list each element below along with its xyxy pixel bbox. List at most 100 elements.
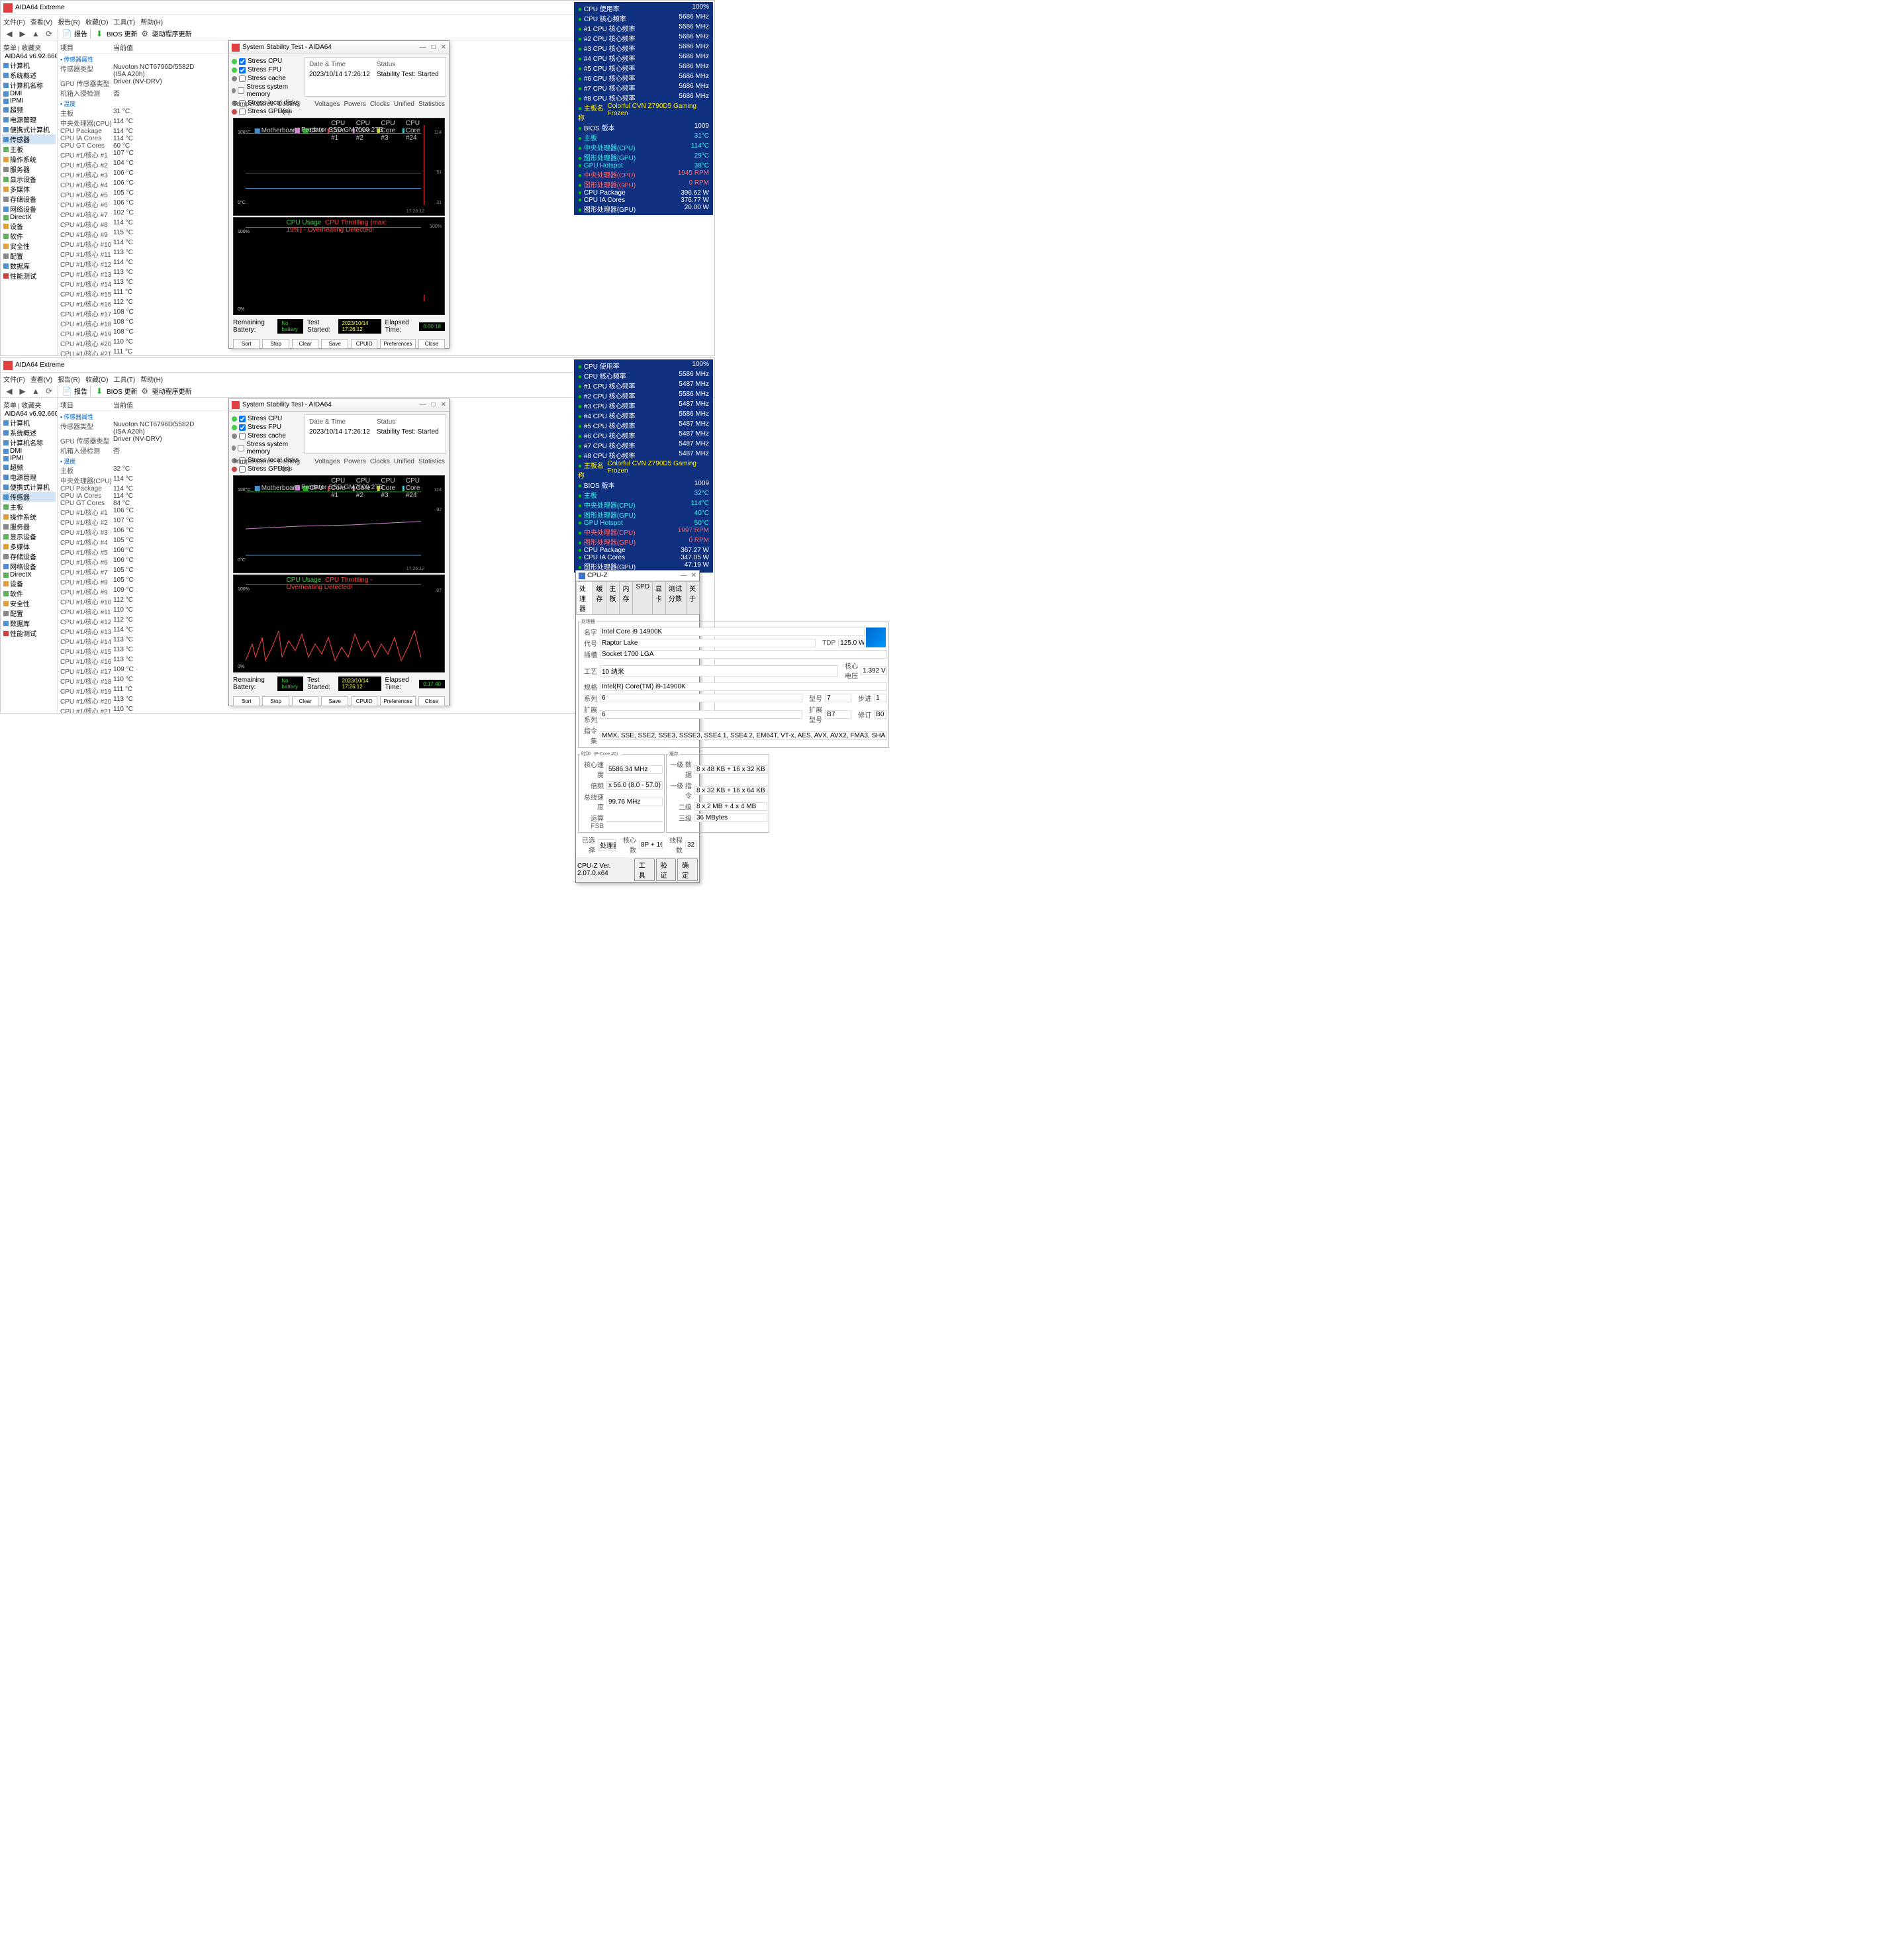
sensor-panel[interactable]: 项目当前值 传感器属性 传感器类型Nuvoton NCT6796D/5582D … xyxy=(58,40,228,355)
bios-update-button[interactable]: ⬇ xyxy=(93,385,105,397)
tree-item[interactable]: 便携式计算机 xyxy=(2,482,56,492)
tree-item[interactable]: 网络设备 xyxy=(2,561,56,571)
tab[interactable]: Statistics xyxy=(418,101,445,115)
cpuz-validate-button[interactable]: 验证 xyxy=(656,859,677,881)
cpuz-tabs[interactable]: 处理器缓存主板内存SPD显卡测试分数关于 xyxy=(576,581,699,615)
tree-item[interactable]: 配置 xyxy=(2,608,56,618)
tree-item[interactable]: IPMI xyxy=(2,455,56,462)
tab[interactable]: Unified xyxy=(394,101,414,115)
tree-item[interactable]: 主板 xyxy=(2,144,56,154)
stress-check[interactable]: Stress FPU xyxy=(232,423,299,432)
cpuz-selection[interactable]: 已选择处理器 #1 核心数8P + 16E 线程数32 xyxy=(578,834,697,855)
tree-item[interactable]: IPMI xyxy=(2,97,56,105)
tree-item[interactable]: 性能测试 xyxy=(2,271,56,281)
stress-check[interactable]: Stress cache xyxy=(232,432,299,440)
stress-check[interactable]: Stress cache xyxy=(232,74,299,83)
tree-item[interactable]: 软件 xyxy=(2,231,56,241)
menu-item[interactable]: 文件(F) xyxy=(3,374,25,384)
tree-item[interactable]: 系统概述 xyxy=(2,70,56,80)
sensor-panel[interactable]: 项目当前值 传感器属性 传感器类型Nuvoton NCT6796D/5582D … xyxy=(58,398,228,713)
stability-buttons[interactable]: SortStopClearSaveCPUIDPreferencesClose xyxy=(229,694,449,709)
tree-item[interactable]: 计算机名称 xyxy=(2,438,56,447)
menu-item[interactable]: 工具(T) xyxy=(113,374,135,384)
tree-item[interactable]: 主板 xyxy=(2,502,56,512)
tree-item[interactable]: DirectX xyxy=(2,214,56,221)
tab[interactable]: Voltages xyxy=(314,101,340,115)
tree-item[interactable]: 配置 xyxy=(2,251,56,261)
tree-item[interactable]: DirectX xyxy=(2,571,56,579)
cpuz-tools-button[interactable]: 工具 xyxy=(634,859,655,881)
tree-item[interactable]: 计算机 xyxy=(2,60,56,70)
menu-item[interactable]: 工具(T) xyxy=(113,17,135,26)
tab[interactable]: Temperatures xyxy=(233,458,273,473)
navigation-tree[interactable]: 菜单 | 收藏夹 AIDA64 v6.92.6600 计算机系统概述计算机名称D… xyxy=(1,40,58,355)
driver-update-button[interactable]: ⚙ xyxy=(139,385,151,397)
stability-button-stop[interactable]: Stop xyxy=(262,696,289,706)
stability-test-window[interactable]: System Stability Test - AIDA64 —□✕ Stres… xyxy=(228,40,450,349)
cpuz-tab[interactable]: 处理器 xyxy=(576,581,593,614)
stability-button-clear[interactable]: Clear xyxy=(292,339,318,349)
tree-item[interactable]: 软件 xyxy=(2,588,56,598)
menu-item[interactable]: 报告(R) xyxy=(58,17,80,26)
tree-item[interactable]: 安全性 xyxy=(2,241,56,251)
stability-titlebar[interactable]: System Stability Test - AIDA64 —□✕ xyxy=(229,41,449,54)
tab[interactable]: Temperatures xyxy=(233,101,273,115)
stability-button-cpuid[interactable]: CPUID xyxy=(351,339,377,349)
back-button[interactable]: ◀ xyxy=(3,385,15,397)
forward-button[interactable]: ▶ xyxy=(17,28,28,40)
stress-check[interactable]: Stress CPU xyxy=(232,414,299,423)
report-button[interactable]: 📄 xyxy=(61,28,73,40)
back-button[interactable]: ◀ xyxy=(3,28,15,40)
cpuz-tab[interactable]: 内存 xyxy=(619,581,633,614)
tree-item[interactable]: 操作系统 xyxy=(2,154,56,164)
tree-item[interactable]: 显示设备 xyxy=(2,532,56,541)
cpuz-titlebar[interactable]: CPU-Z —✕ xyxy=(576,571,699,581)
stress-check[interactable]: Stress CPU xyxy=(232,57,299,66)
tab[interactable]: Powers xyxy=(344,101,365,115)
minimize-icon[interactable]: — xyxy=(420,44,426,51)
tree-item[interactable]: 操作系统 xyxy=(2,512,56,522)
stability-button-save[interactable]: Save xyxy=(321,696,348,706)
stability-button-close[interactable]: Close xyxy=(418,696,445,706)
tree-item[interactable]: 传感器 xyxy=(2,492,56,502)
cpuz-tab[interactable]: 缓存 xyxy=(593,581,606,614)
tree-item[interactable]: 计算机 xyxy=(2,418,56,428)
stability-tabs[interactable]: TemperaturesCooling FansVoltagesPowersCl… xyxy=(229,99,449,116)
stability-button-sort[interactable]: Sort xyxy=(233,696,260,706)
tree-item[interactable]: DMI xyxy=(2,90,56,97)
tree-item[interactable]: 数据库 xyxy=(2,618,56,628)
report-button[interactable]: 📄 xyxy=(61,385,73,397)
stability-button-preferences[interactable]: Preferences xyxy=(380,696,415,706)
refresh-button[interactable]: ⟳ xyxy=(43,385,55,397)
tree-item[interactable]: 显示设备 xyxy=(2,174,56,184)
stability-buttons[interactable]: SortStopClearSaveCPUIDPreferencesClose xyxy=(229,336,449,351)
bios-update-button[interactable]: ⬇ xyxy=(93,28,105,40)
tree-item[interactable]: 安全性 xyxy=(2,598,56,608)
up-button[interactable]: ▲ xyxy=(30,28,42,40)
tree-item[interactable]: 超频 xyxy=(2,105,56,115)
stability-button-stop[interactable]: Stop xyxy=(262,339,289,349)
tree-item[interactable]: 电源管理 xyxy=(2,115,56,124)
stability-button-close[interactable]: Close xyxy=(418,339,445,349)
cpuz-tab[interactable]: 测试分数 xyxy=(665,581,687,614)
stability-button-save[interactable]: Save xyxy=(321,339,348,349)
tree-item[interactable]: 设备 xyxy=(2,221,56,231)
menu-item[interactable]: 收藏(O) xyxy=(85,17,108,26)
menu-item[interactable]: 查看(V) xyxy=(30,17,52,26)
cpuz-tab[interactable]: 主板 xyxy=(606,581,620,614)
tab[interactable]: Unified xyxy=(394,458,414,473)
tree-item[interactable]: 存储设备 xyxy=(2,194,56,204)
tab[interactable]: Cooling Fans xyxy=(277,458,310,473)
tree-item[interactable]: 电源管理 xyxy=(2,472,56,482)
stability-test-window[interactable]: System Stability Test - AIDA64 —□✕ Stres… xyxy=(228,398,450,706)
cpuz-tab[interactable]: 显卡 xyxy=(652,581,666,614)
tree-item[interactable]: 性能测试 xyxy=(2,628,56,638)
stress-check[interactable]: Stress system memory xyxy=(232,83,299,99)
cpuz-window[interactable]: CPU-Z —✕ 处理器缓存主板内存SPD显卡测试分数关于 处理器 名字Inte… xyxy=(575,570,700,883)
tree-item[interactable]: 服务器 xyxy=(2,164,56,174)
stability-button-cpuid[interactable]: CPUID xyxy=(351,696,377,706)
tree-item[interactable]: 多媒体 xyxy=(2,541,56,551)
refresh-button[interactable]: ⟳ xyxy=(43,28,55,40)
menu-item[interactable]: 文件(F) xyxy=(3,17,25,26)
driver-update-button[interactable]: ⚙ xyxy=(139,28,151,40)
